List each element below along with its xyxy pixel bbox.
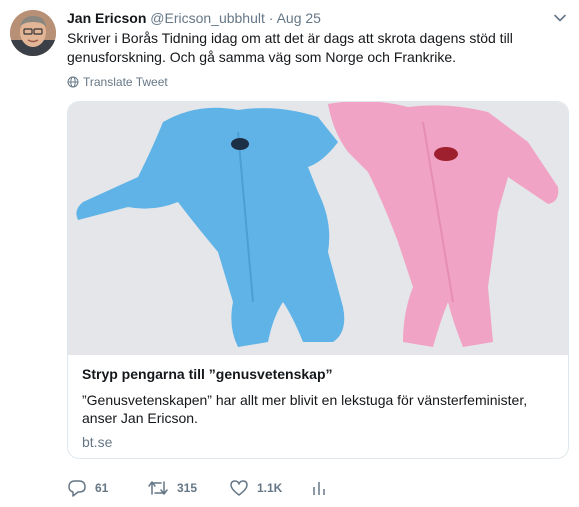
like-count: 1.1K: [257, 481, 283, 495]
translate-label: Translate Tweet: [83, 75, 168, 89]
card-title: Stryp pengarna till ”genusvetenskap”: [82, 366, 333, 382]
author-name[interactable]: Jan Ericson: [67, 10, 146, 26]
card-body: Stryp pengarna till ”genusvetenskap” ”Ge…: [82, 365, 554, 451]
like-button[interactable]: 1.1K: [229, 479, 311, 497]
tweet-text: Skriver i Borås Tidning idag om att det …: [67, 30, 513, 65]
analytics-button[interactable]: [311, 479, 327, 497]
retweet-count: 315: [177, 481, 198, 495]
retweet-icon: [148, 481, 168, 495]
avatar-photo: [10, 10, 56, 56]
tweet-actions: 61 315 1.1K: [67, 479, 327, 497]
translate-tweet-link[interactable]: Translate Tweet: [67, 75, 168, 89]
analytics-icon: [313, 482, 325, 495]
globe-icon: [67, 76, 79, 88]
reply-icon: [68, 480, 86, 497]
tweet-date[interactable]: Aug 25: [277, 10, 321, 26]
card-image: [68, 102, 568, 355]
reply-button[interactable]: 61: [67, 479, 147, 497]
avatar[interactable]: [10, 10, 56, 56]
card-domain: bt.se: [82, 434, 113, 450]
chevron-down-icon[interactable]: [553, 11, 567, 25]
heart-icon: [230, 480, 248, 496]
reply-count: 61: [95, 481, 109, 495]
retweet-button[interactable]: 315: [147, 479, 229, 497]
tweet-header: Jan Ericson @Ericson_ubbhult · Aug 25: [67, 9, 321, 27]
header-separator: ·: [268, 10, 274, 26]
link-card[interactable]: Stryp pengarna till ”genusvetenskap” ”Ge…: [67, 101, 569, 459]
card-description: ”Genusvetenskapen” har allt mer blivit e…: [82, 392, 528, 426]
author-handle[interactable]: @Ericson_ubbhult: [150, 10, 265, 26]
